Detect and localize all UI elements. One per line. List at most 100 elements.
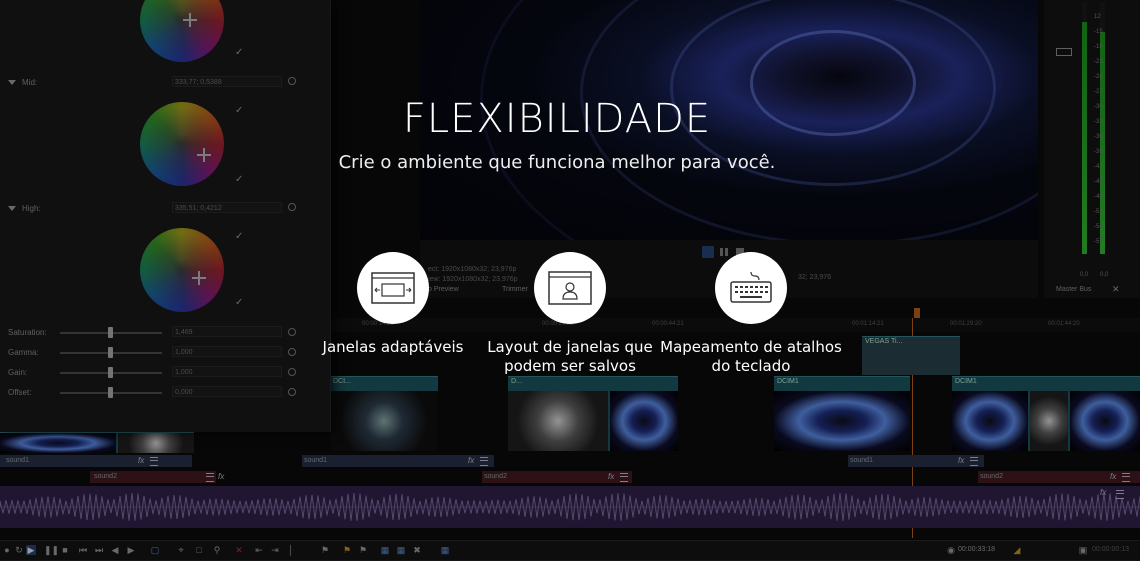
trim-start-icon[interactable]: ⇤ [254, 545, 264, 555]
color-wheel-low[interactable] [140, 0, 224, 62]
audio-waveform[interactable]: fx [0, 486, 1140, 528]
slider-value[interactable]: 1,469 [172, 326, 282, 337]
overlay-clip[interactable]: VEGAS Ti... [862, 336, 960, 375]
snap-icon[interactable]: ▦ [380, 545, 390, 555]
next-frame-icon[interactable]: ▶ [126, 545, 136, 555]
region-icon[interactable]: ⚑ [358, 545, 368, 555]
fx-icon[interactable]: fx [958, 456, 964, 465]
feature-saved-layouts: Layout de janelas que podem ser salvos [475, 252, 665, 376]
cursor-marker[interactable] [914, 308, 920, 318]
crosshair-icon[interactable] [192, 271, 206, 285]
reset-icon[interactable] [288, 348, 296, 356]
mixer-icon[interactable] [1056, 48, 1072, 56]
zoom-tool-icon[interactable]: ⚲ [212, 545, 222, 555]
fx-icon[interactable]: fx [1110, 472, 1116, 481]
corner-icon[interactable]: ◢ [1012, 545, 1022, 555]
audio-event-sound2[interactable]: sound2 fx [978, 471, 1140, 483]
clip-name: DCI... [333, 378, 351, 385]
eyedropper-icon[interactable]: ✓ [235, 175, 245, 185]
split-icon[interactable]: │ [286, 545, 296, 555]
fx-icon[interactable]: fx [468, 456, 474, 465]
auto-ripple-icon[interactable]: ▦ [396, 545, 406, 555]
audio-event-sound2[interactable]: sound2 fx [90, 471, 224, 483]
clip-thumbnail [774, 391, 910, 451]
menu-icon[interactable] [970, 457, 978, 466]
slider-thumb[interactable] [108, 387, 113, 398]
reset-icon[interactable] [288, 77, 296, 85]
fx-icon[interactable]: fx [138, 456, 144, 465]
video-clip[interactable]: DCIM1 [774, 376, 910, 451]
reset-icon[interactable] [288, 368, 296, 376]
play-icon[interactable]: ▶ [26, 545, 36, 555]
pin-icon[interactable]: ◉ [946, 545, 956, 555]
menu-icon[interactable] [620, 473, 628, 482]
video-clip[interactable]: DCI... [330, 376, 438, 451]
ruler-time: 00:01:14:21 [852, 321, 884, 327]
crosshair-icon[interactable] [183, 13, 197, 27]
clip-thumbnail [118, 433, 194, 453]
selection-tool-icon[interactable]: □ [194, 545, 204, 555]
crossfade-icon[interactable]: ✖ [412, 545, 422, 555]
clip-thumbnail [508, 391, 608, 451]
color-wheel-high[interactable] [140, 228, 224, 312]
eyedropper-icon[interactable]: ✓ [235, 232, 245, 242]
audio-event-sound2[interactable]: sound2 fx [482, 471, 632, 483]
slider-thumb[interactable] [108, 367, 113, 378]
wheel-value-mid[interactable]: 333,77; 0,5388 [172, 76, 282, 87]
video-clip[interactable]: D... [508, 376, 678, 451]
slider-value[interactable]: 1,000 [172, 366, 282, 377]
slider-value[interactable]: 1,000 [172, 346, 282, 357]
eyedropper-icon[interactable]: ✓ [235, 298, 245, 308]
loop-icon[interactable]: ↻ [14, 545, 24, 555]
video-clip[interactable]: DCIM1 [952, 376, 1140, 451]
ruler-time: 00:01:44:20 [1048, 321, 1080, 327]
menu-icon[interactable] [480, 457, 488, 466]
timecode-display-right: 00:00:00:13 [1092, 546, 1129, 553]
meter-right-value: 0,0 [1100, 272, 1109, 278]
wheel-value-high[interactable]: 335,51; 0,4212 [172, 202, 282, 213]
pause-icon[interactable]: ❚❚ [44, 545, 59, 555]
lock-icon[interactable]: ⚑ [320, 545, 330, 555]
reset-icon[interactable] [288, 203, 296, 211]
audio-event-sound1[interactable]: sound1 fx [848, 455, 984, 467]
go-end-icon[interactable]: ⏭ [94, 545, 104, 555]
record-icon[interactable]: ● [2, 545, 12, 555]
time-icon[interactable]: ▣ [1078, 545, 1088, 555]
delete-icon[interactable]: ✕ [234, 545, 244, 555]
feature-label: Janelas adaptáveis [322, 338, 464, 356]
track-label: sound1 [304, 457, 327, 464]
reset-icon[interactable] [288, 328, 296, 336]
expand-triangle-icon[interactable] [8, 80, 16, 85]
meter-left-value: 0,0 [1080, 272, 1089, 278]
stop-icon[interactable]: ■ [60, 545, 70, 555]
slider-thumb[interactable] [108, 327, 113, 338]
track-label: sound1 [850, 457, 873, 464]
eyedropper-icon[interactable]: ✓ [235, 48, 245, 58]
edit-tool-icon[interactable]: ▢ [150, 545, 160, 555]
menu-icon[interactable] [1116, 490, 1124, 499]
reset-icon[interactable] [288, 388, 296, 396]
trim-end-icon[interactable]: ⇥ [270, 545, 280, 555]
feature-icon-circle [357, 252, 429, 324]
expand-triangle-icon[interactable] [8, 206, 16, 211]
color-corrector-panel: ✓ Mid: 333,77; 0,5388 ✓ ✓ High: 335,51; … [0, 0, 331, 432]
go-start-icon[interactable]: ⏮ [78, 545, 88, 555]
prev-frame-icon[interactable]: ◀ [110, 545, 120, 555]
fx-icon[interactable]: fx [218, 472, 224, 481]
audio-event-sound1[interactable]: sound1 fx [302, 455, 494, 467]
menu-icon[interactable] [150, 457, 158, 466]
slider-thumb[interactable] [108, 347, 113, 358]
fx-icon[interactable]: fx [1100, 488, 1106, 497]
audio-event-sound1[interactable]: sound1 fx [0, 455, 192, 467]
fx-icon[interactable]: fx [608, 472, 614, 481]
close-icon[interactable]: ✕ [1112, 284, 1120, 295]
video-clip[interactable] [0, 432, 194, 453]
menu-icon[interactable] [1122, 473, 1130, 482]
marker-icon[interactable]: ⚑ [342, 545, 352, 555]
slider-value[interactable]: 0,000 [172, 386, 282, 397]
menu-icon[interactable] [206, 473, 214, 482]
grid-icon[interactable]: ▦ [440, 545, 450, 555]
meter-tick-label: -45 [1094, 179, 1103, 185]
slider-label: Offset: [8, 388, 32, 397]
envelope-tool-icon[interactable]: ⌖ [176, 545, 186, 555]
